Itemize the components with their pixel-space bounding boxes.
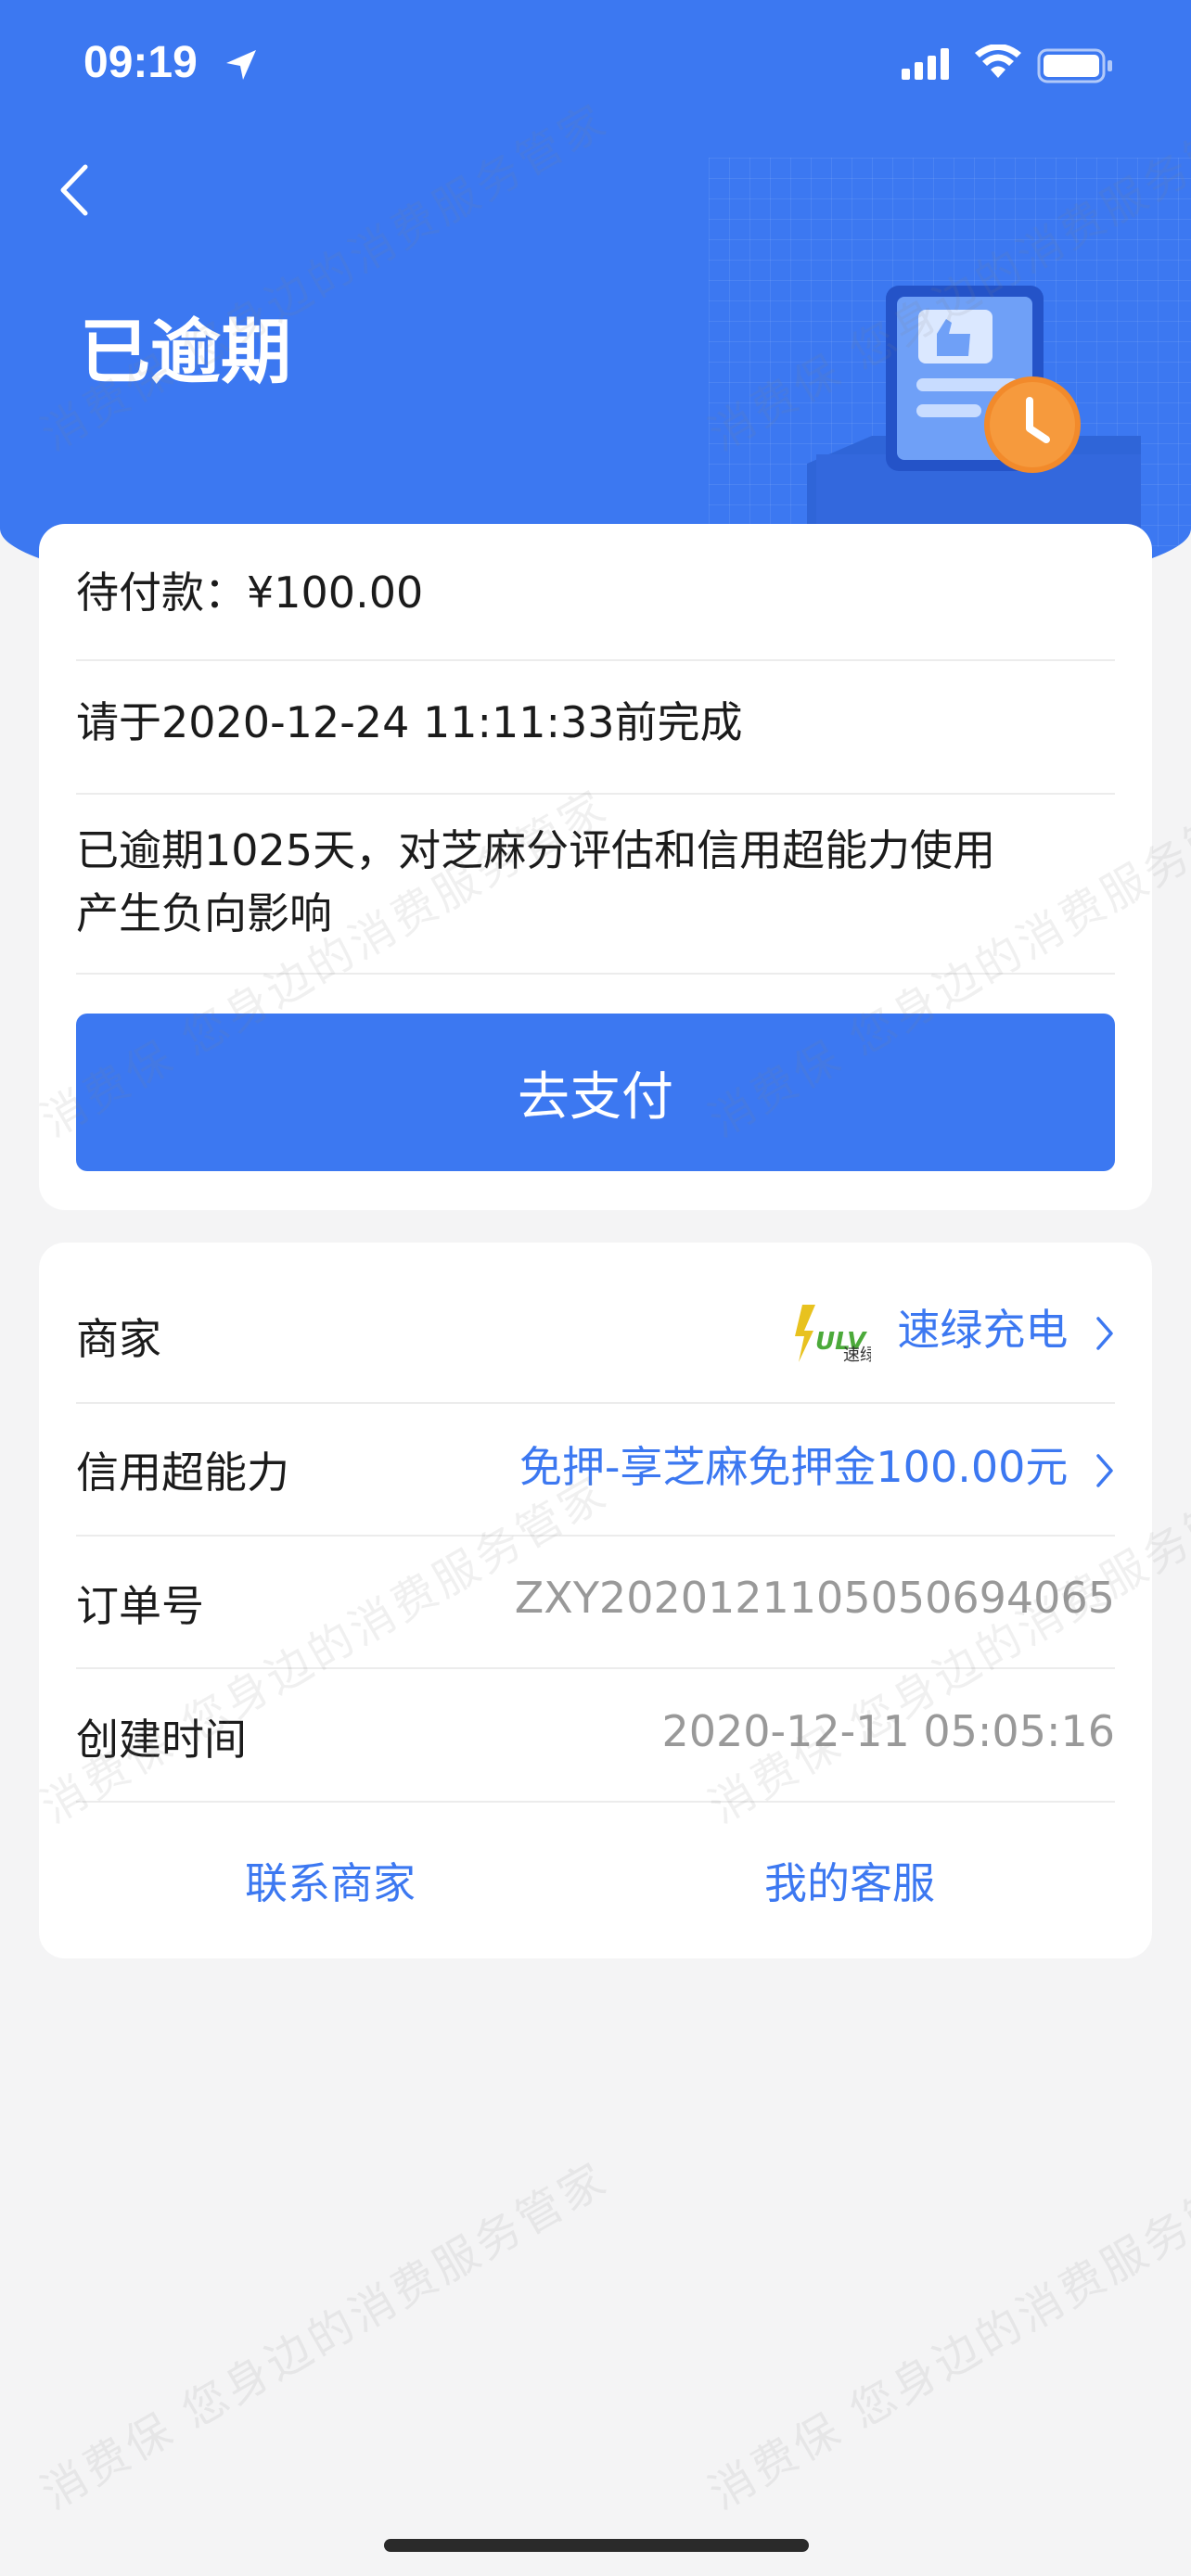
chevron-right-icon xyxy=(1096,1316,1113,1350)
credit-power-label: 信用超能力 xyxy=(76,1447,289,1498)
payment-card: 待付款：¥100.00 请于2020-12-24 11:11:33前完成 已逾期… xyxy=(39,524,1152,1210)
order-number-value: ZXY20201211050506​94065 xyxy=(514,1573,1115,1623)
overdue-notice-line2: 产生负向影响 xyxy=(76,888,332,938)
watermark-text: 消费保 您身边的消费服务管家 xyxy=(700,2152,1191,2520)
divider xyxy=(76,1801,1115,1803)
location-arrow-icon xyxy=(226,50,256,80)
cellular-signal-icon xyxy=(902,48,949,80)
divider xyxy=(76,793,1115,795)
page-title: 已逾期 xyxy=(80,311,291,393)
merchant-name: 速绿充电 xyxy=(897,1305,1069,1355)
overdue-notice: 已逾期1025天，对芝麻分评估和信用超能力使用 产生负向影响 xyxy=(76,819,1115,945)
home-indicator[interactable] xyxy=(384,2539,809,2552)
pay-button[interactable]: 去支付 xyxy=(76,1014,1115,1171)
merchant-logo: ULV 速绿 xyxy=(794,1304,871,1365)
customer-service-button[interactable]: 我的客服 xyxy=(764,1850,935,1911)
contact-merchant-button[interactable]: 联系商家 xyxy=(245,1850,416,1911)
svg-text:速绿: 速绿 xyxy=(843,1345,871,1365)
divider xyxy=(76,659,1115,661)
created-time-label: 创建时间 xyxy=(76,1715,247,1765)
wifi-icon xyxy=(975,45,1021,78)
status-bar: 09:19 xyxy=(0,0,1191,130)
order-info-card: 商家 ULV 速绿 速绿充电 信用超能力 免押-享芝麻免押金100.00元 订单… xyxy=(39,1243,1152,1958)
chevron-right-icon xyxy=(1096,1453,1113,1487)
overdue-notice-line1: 已逾期1025天，对芝麻分评估和信用超能力使用 xyxy=(76,825,996,875)
order-number-label: 订单号 xyxy=(76,1581,204,1631)
divider xyxy=(76,1535,1115,1537)
credit-power-link[interactable]: 免押-享芝麻免押金100.00元 xyxy=(519,1434,1115,1495)
divider xyxy=(76,973,1115,975)
status-time: 09:19 xyxy=(83,38,198,87)
merchant-link[interactable]: ULV 速绿 速绿充电 xyxy=(793,1296,1115,1366)
divider xyxy=(76,1667,1115,1669)
header-banner: 09:19 已逾期 xyxy=(0,0,1191,612)
clipboard-clock-illustration xyxy=(807,286,1141,566)
credit-power-value: 免押-享芝麻免押金100.00元 xyxy=(519,1442,1069,1492)
back-chevron-icon[interactable] xyxy=(52,158,98,223)
watermark-text: 消费保 您身边的消费服务管家 xyxy=(32,2152,618,2520)
divider xyxy=(76,1402,1115,1404)
amount-due: 待付款：¥100.00 xyxy=(76,567,424,618)
battery-icon xyxy=(1037,48,1112,83)
created-time-value: 2020-12-11 05:05:16 xyxy=(661,1706,1115,1756)
payment-deadline: 请于2020-12-24 11:11:33前完成 xyxy=(76,697,743,747)
merchant-label: 商家 xyxy=(76,1314,161,1364)
